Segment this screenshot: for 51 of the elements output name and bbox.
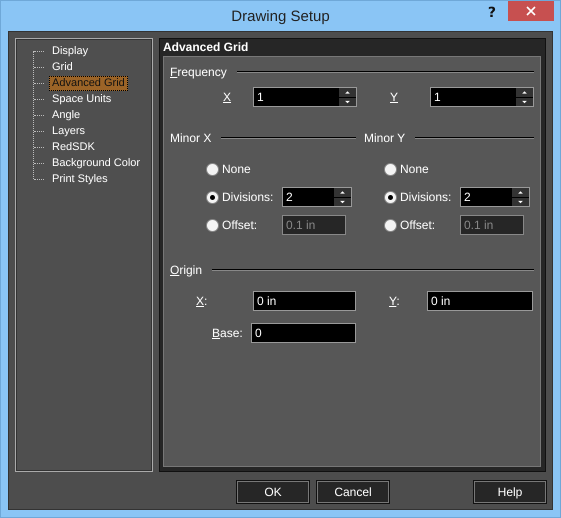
field-label: Y: bbox=[389, 294, 400, 308]
tree-item[interactable]: RedSDK bbox=[49, 140, 98, 154]
section-heading: Minor Y bbox=[364, 131, 406, 145]
tree-item[interactable]: Grid bbox=[49, 60, 76, 74]
section-heading: Origin bbox=[170, 263, 202, 277]
radio-label: Divisions: bbox=[400, 190, 452, 204]
radio-button[interactable] bbox=[384, 190, 397, 204]
field-label: X bbox=[223, 90, 232, 104]
tree-item[interactable]: Advanced Grid bbox=[49, 76, 128, 90]
panel-title: Advanced Grid bbox=[163, 39, 250, 56]
origin-x-field[interactable]: 0 in bbox=[253, 291, 356, 311]
radio-label: Offset: bbox=[222, 218, 258, 232]
spin-up-icon[interactable] bbox=[516, 88, 533, 96]
divisions-spinbox[interactable]: 2 bbox=[282, 187, 352, 207]
help-button[interactable]: ? bbox=[488, 5, 496, 21]
tree-item[interactable]: Display bbox=[49, 44, 92, 58]
radio-button[interactable] bbox=[206, 162, 219, 176]
help-button[interactable]: Help bbox=[474, 481, 546, 503]
field-label: Y bbox=[390, 90, 398, 104]
tree-item[interactable]: Background Color bbox=[49, 156, 144, 170]
frequency-y-spinbox[interactable]: 1 bbox=[430, 87, 534, 107]
tree-item[interactable]: Angle bbox=[49, 108, 84, 122]
spin-up-icon[interactable] bbox=[512, 188, 529, 196]
close-button[interactable] bbox=[508, 1, 554, 21]
cancel-button[interactable]: Cancel bbox=[317, 481, 389, 503]
base-field[interactable]: 0 bbox=[251, 323, 356, 343]
radio-label: Offset: bbox=[400, 218, 436, 232]
tree-item[interactable]: Print Styles bbox=[49, 172, 111, 186]
close-icon bbox=[526, 6, 536, 16]
spin-down-icon[interactable] bbox=[334, 198, 351, 206]
spin-down-icon[interactable] bbox=[516, 98, 533, 106]
section-heading: Minor X bbox=[170, 131, 212, 145]
radio-button[interactable] bbox=[384, 162, 397, 176]
section-heading: Frequency bbox=[170, 65, 227, 79]
field-label: Base: bbox=[212, 326, 243, 340]
tree-item[interactable]: Space Units bbox=[49, 92, 114, 106]
radio-label: Divisions: bbox=[222, 190, 274, 204]
window-title: Drawing Setup bbox=[231, 8, 330, 24]
divisions-spinbox[interactable]: 2 bbox=[460, 187, 530, 207]
spin-down-icon[interactable] bbox=[339, 98, 356, 106]
spin-up-icon[interactable] bbox=[339, 88, 356, 96]
spin-up-icon[interactable] bbox=[334, 188, 351, 196]
spin-down-icon[interactable] bbox=[512, 198, 529, 206]
origin-y-field[interactable]: 0 in bbox=[427, 291, 533, 311]
radio-label: None bbox=[222, 162, 252, 176]
frequency-x-spinbox[interactable]: 1 bbox=[253, 87, 357, 107]
ok-button[interactable]: OK bbox=[237, 481, 309, 503]
field-label: X: bbox=[196, 294, 208, 308]
radio-button[interactable] bbox=[206, 190, 219, 204]
tree-item[interactable]: Layers bbox=[49, 124, 88, 138]
radio-label: None bbox=[400, 162, 430, 176]
